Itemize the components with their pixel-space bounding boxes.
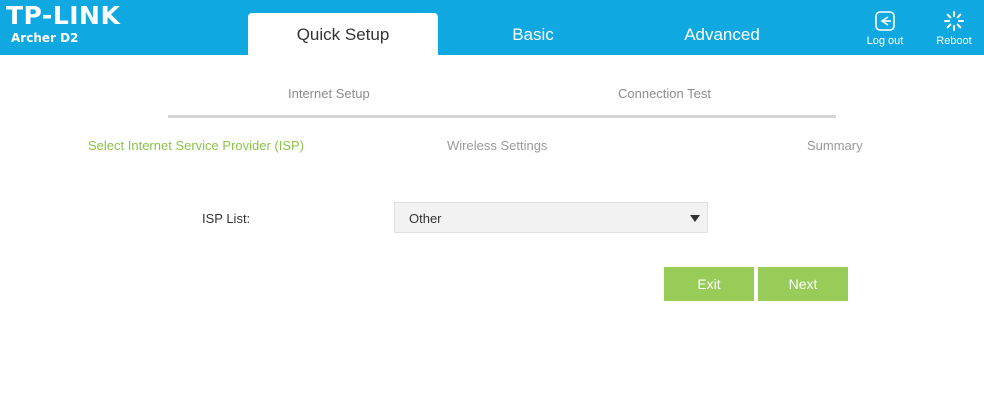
tab-quick-setup[interactable]: Quick Setup — [248, 13, 438, 55]
substep-wireless-settings: Wireless Settings — [447, 138, 548, 153]
logout-label: Log out — [866, 35, 904, 47]
reboot-button[interactable]: Reboot — [924, 10, 984, 47]
substep-summary: Summary — [807, 138, 863, 153]
tab-basic[interactable]: Basic — [438, 13, 628, 55]
next-button[interactable]: Next — [758, 267, 848, 301]
reboot-label: Reboot — [936, 35, 972, 47]
tab-advanced[interactable]: Advanced — [627, 13, 817, 55]
chevron-down-icon — [690, 215, 700, 222]
logout-button[interactable]: Log out — [855, 10, 915, 47]
reboot-icon — [944, 11, 964, 31]
top-header: TP-LINK Archer D2 Quick Setup Basic Adva… — [0, 0, 984, 55]
model-name: Archer D2 — [11, 31, 79, 45]
isp-list-label: ISP List: — [202, 211, 251, 226]
step-connection-test: Connection Test — [618, 86, 711, 101]
substep-select-isp: Select Internet Service Provider (ISP) — [88, 138, 305, 153]
exit-button[interactable]: Exit — [664, 267, 754, 301]
step-progress-line — [168, 115, 836, 118]
tp-link-logo: TP-LINK — [6, 1, 121, 30]
logout-icon — [875, 11, 895, 31]
step-internet-setup: Internet Setup — [288, 86, 370, 101]
isp-selected-value: Other — [409, 211, 442, 226]
isp-list-select[interactable]: Other — [394, 202, 708, 233]
